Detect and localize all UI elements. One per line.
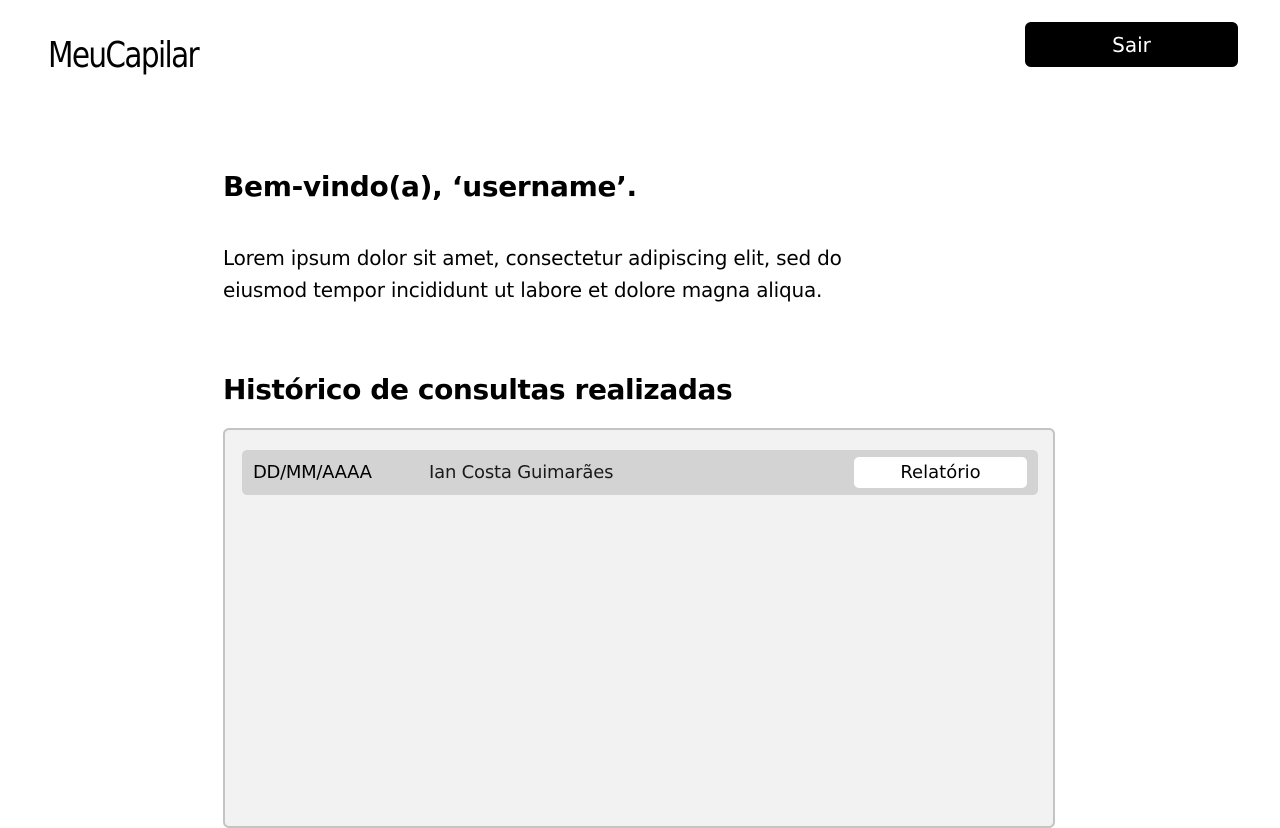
welcome-title: Bem-vindo(a), ‘username’. [223,170,637,203]
app-logo: MeuCapilar [48,35,200,76]
client-name: Ian Costa Guimarães [429,462,614,483]
history-panel: DD/MM/AAAA Ian Costa Guimarães Relatório [223,428,1055,828]
report-button[interactable]: Relatório [854,457,1027,488]
history-title: Histórico de consultas realizadas [223,373,733,406]
logout-button[interactable]: Sair [1025,22,1238,67]
consultation-date: DD/MM/AAAA [253,462,372,483]
history-row: DD/MM/AAAA Ian Costa Guimarães Relatório [242,450,1038,495]
intro-text: Lorem ipsum dolor sit amet, consectetur … [223,246,842,302]
